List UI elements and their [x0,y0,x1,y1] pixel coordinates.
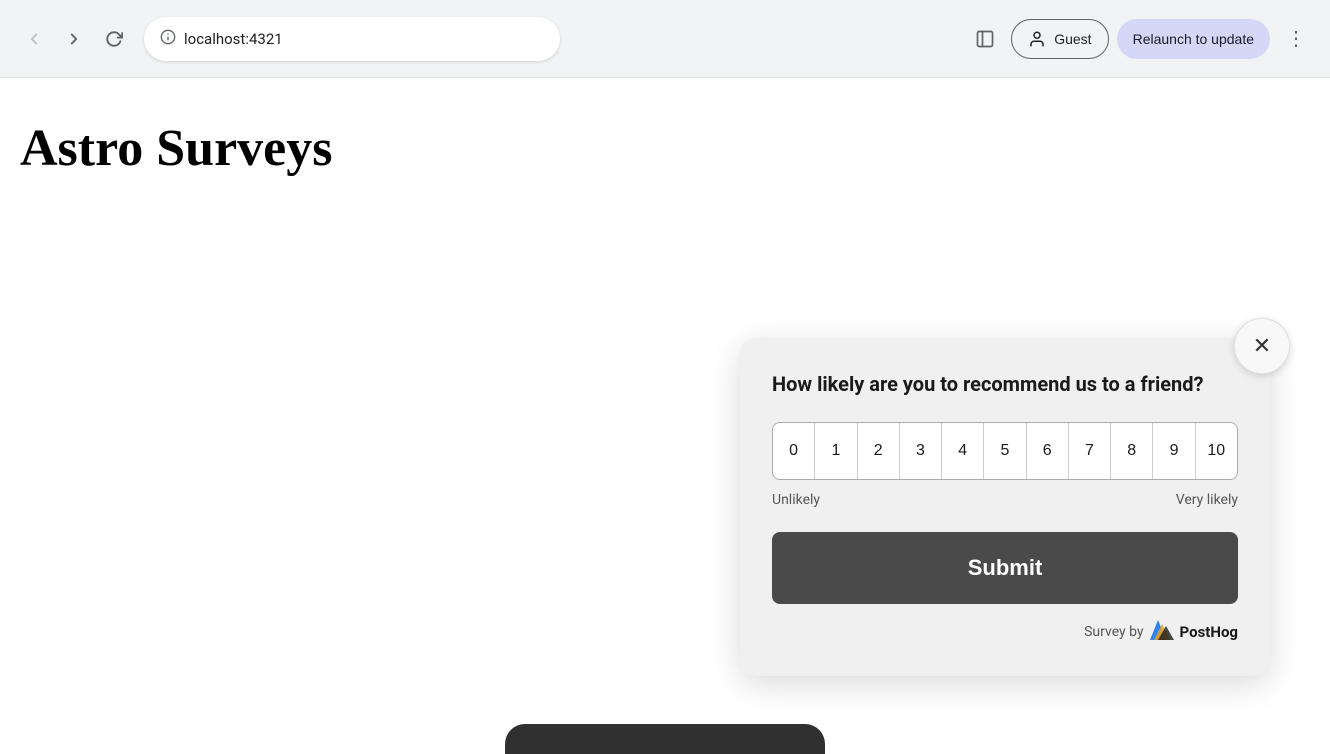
relaunch-label: Relaunch to update [1133,31,1254,47]
close-survey-button[interactable]: ✕ [1234,318,1290,374]
rating-2[interactable]: 2 [858,423,899,479]
rating-0[interactable]: 0 [773,423,814,479]
sidebar-button[interactable] [967,21,1003,57]
rating-6[interactable]: 6 [1027,423,1068,479]
label-very-likely: Very likely [1176,492,1238,508]
rating-3[interactable]: 3 [900,423,941,479]
rating-8[interactable]: 8 [1111,423,1152,479]
relaunch-button[interactable]: Relaunch to update [1117,19,1270,59]
forward-button[interactable] [56,21,92,57]
bottom-bar [505,724,825,754]
rating-scale: 0 1 2 3 4 5 6 7 8 9 10 [772,422,1238,480]
rating-4[interactable]: 4 [942,423,983,479]
more-icon: ⋮ [1286,26,1306,51]
posthog-label: PostHog [1180,623,1238,641]
page-title: Astro Surveys [20,118,1310,180]
browser-chrome: localhost:4321 Guest Relaunch to update … [0,0,1330,78]
page-content: Astro Surveys ✕ How likely are you to re… [0,78,1330,754]
rating-1[interactable]: 1 [815,423,856,479]
info-icon [160,29,176,49]
close-icon: ✕ [1253,333,1271,359]
rating-5[interactable]: 5 [984,423,1025,479]
url-display: localhost:4321 [184,30,544,48]
rating-9[interactable]: 9 [1153,423,1194,479]
rating-labels: Unlikely Very likely [772,492,1238,508]
more-options-button[interactable]: ⋮ [1278,21,1314,57]
address-bar[interactable]: localhost:4321 [144,17,560,61]
survey-footer: Survey by PostHog [772,620,1238,644]
reload-button[interactable] [96,21,132,57]
guest-label: Guest [1054,31,1091,47]
label-unlikely: Unlikely [772,492,820,508]
rating-10[interactable]: 10 [1196,423,1237,479]
toolbar-right: Guest Relaunch to update ⋮ [967,19,1314,59]
submit-button[interactable]: Submit [772,532,1238,604]
footer-text: Survey by [1084,624,1143,640]
guest-button[interactable]: Guest [1011,19,1108,59]
back-button[interactable] [16,21,52,57]
posthog-logo [1150,620,1174,644]
nav-buttons [16,21,132,57]
survey-widget: ✕ How likely are you to recommend us to … [740,338,1270,676]
survey-question: How likely are you to recommend us to a … [772,370,1238,398]
rating-7[interactable]: 7 [1069,423,1110,479]
